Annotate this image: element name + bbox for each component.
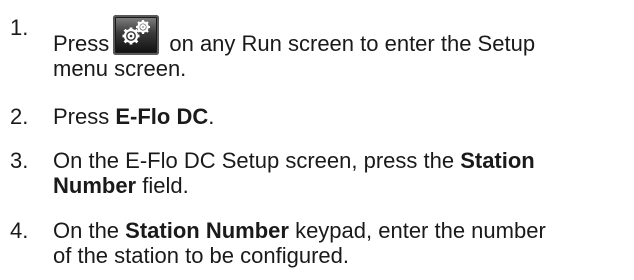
step-text: Press	[53, 31, 110, 56]
step-text: on any Run screen to enter the Setup	[163, 31, 536, 56]
step-number: 1.	[10, 15, 29, 40]
step-body: On the E-Flo DC Setup screen, press the …	[53, 148, 633, 198]
setup-gears-icon	[113, 15, 160, 55]
step-number: 2.	[10, 104, 29, 129]
step-body: Press E-Flo DC.	[53, 104, 633, 129]
step-body: Press on any Run screen to enter the Set…	[53, 15, 633, 81]
step-number: 3.	[10, 148, 29, 173]
ui-term: Number	[53, 173, 137, 198]
ui-term: Station	[460, 148, 535, 173]
instruction-steps: 1. Press on any Run screen to enter the …	[0, 0, 634, 280]
step-text: keypad, enter the number	[288, 218, 546, 243]
step-text: .	[208, 104, 215, 129]
step-text: On the	[53, 218, 126, 243]
ui-term: E-Flo DC	[115, 104, 209, 129]
ui-term: Station Number	[125, 218, 289, 243]
step-text: menu screen.	[53, 56, 187, 81]
step-text: On the E-Flo DC Setup screen, press the	[53, 148, 461, 173]
step-text: Press	[53, 104, 116, 129]
step-number: 4.	[10, 218, 29, 243]
step-text: of the station to be configured.	[53, 243, 349, 268]
step-body: On the Station Number keypad, enter the …	[53, 218, 633, 268]
step-text: field.	[136, 173, 189, 198]
